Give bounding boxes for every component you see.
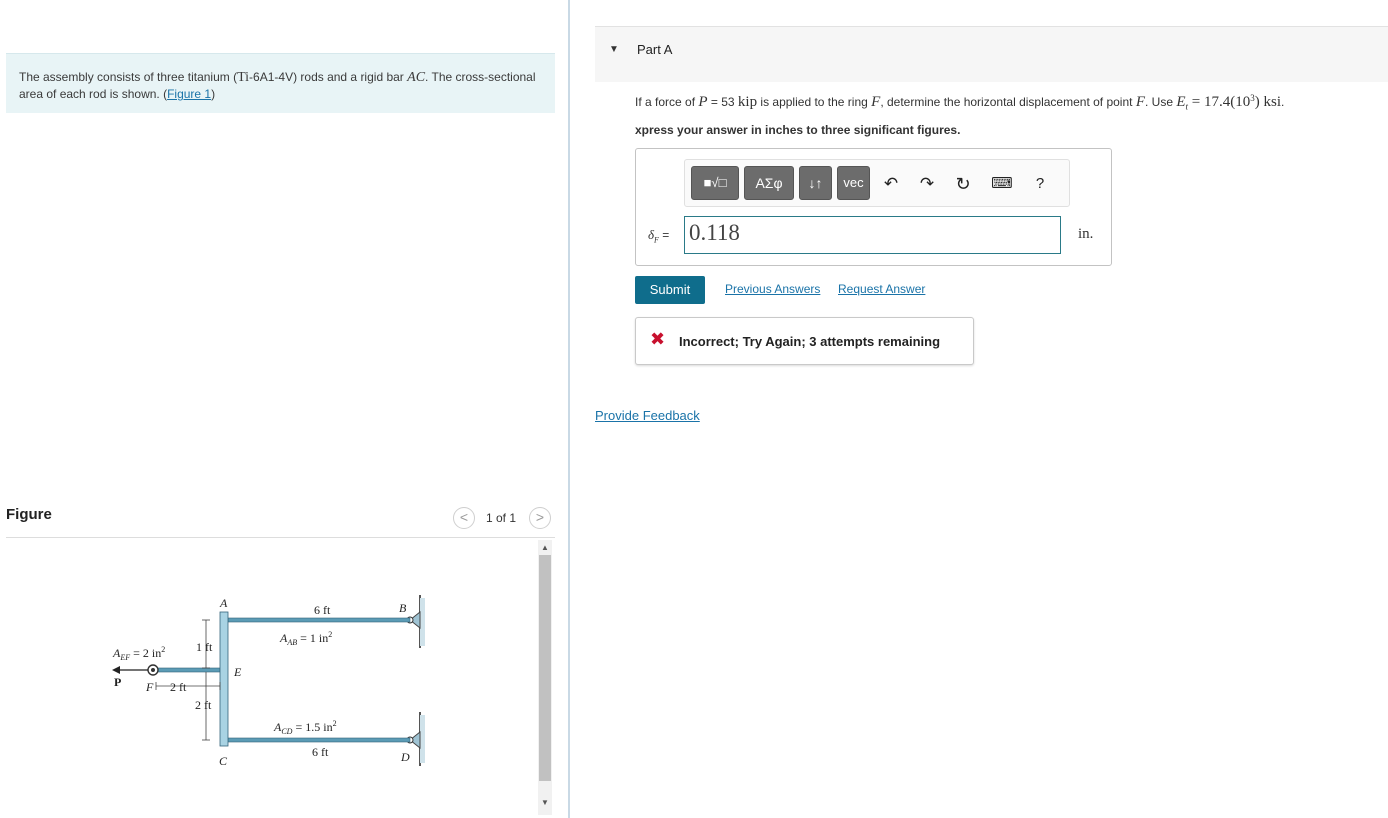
feedback-text: Incorrect; Try Again; 3 attempts remaini…: [679, 334, 941, 349]
intro-close-paren: ): [211, 87, 216, 101]
label-b: B: [399, 601, 407, 615]
figure-next-button[interactable]: >: [529, 507, 551, 529]
label-a: A: [219, 596, 228, 610]
left-pane: The assembly consists of three titanium …: [0, 0, 568, 818]
scroll-thumb[interactable]: [539, 555, 551, 781]
redo-icon[interactable]: ↷: [915, 172, 939, 196]
undo-icon[interactable]: ↶: [879, 172, 903, 196]
request-answer-link[interactable]: Request Answer: [838, 282, 925, 296]
pane-divider[interactable]: [568, 0, 570, 818]
answer-box: ■√□ ΑΣφ ↓↑ vec ↶ ↷ ↻ ⌨ ? δF = 0.118 in.: [635, 148, 1112, 266]
collapse-caret-icon[interactable]: ▼: [609, 44, 619, 55]
rod-ab: [227, 617, 411, 623]
label-area-ab: AAB = 1 in2: [279, 630, 332, 647]
label-d: D: [400, 750, 410, 764]
provide-feedback-link[interactable]: Provide Feedback: [595, 408, 700, 423]
label-dim-2ft-vertical: 2 ft: [195, 698, 212, 712]
answer-unit: in.: [1078, 226, 1094, 242]
part-title: Part A: [637, 42, 673, 57]
rod-ef: [155, 667, 221, 673]
part-a-header[interactable]: ▼ Part A: [595, 26, 1388, 82]
figure-scrollbar[interactable]: ▲ ▼: [538, 540, 552, 815]
label-dim-2ft-horizontal: 2 ft: [170, 680, 187, 694]
label-p: P: [114, 675, 121, 689]
label-area-cd: ACD = 1.5 in2: [273, 719, 337, 736]
answer-label: δF =: [648, 227, 670, 245]
scroll-down-arrow-icon[interactable]: ▼: [541, 798, 549, 807]
rod-cd: [227, 737, 411, 743]
label-bottom-length: 6 ft: [312, 745, 329, 759]
math-toolbar: ■√□ ΑΣφ ↓↑ vec ↶ ↷ ↻ ⌨ ?: [684, 159, 1070, 207]
dimension-lines: [155, 619, 221, 741]
intro-text: The assembly consists of three titanium …: [19, 70, 238, 84]
label-dim-1ft: 1 ft: [196, 640, 213, 654]
vector-button[interactable]: vec: [837, 166, 870, 200]
problem-statement: The assembly consists of three titanium …: [6, 53, 555, 113]
figure-counter: 1 of 1: [486, 511, 517, 525]
figure-prev-button[interactable]: <: [453, 507, 475, 529]
figure-header: Figure < 1 of 1 >: [6, 500, 555, 538]
label-f: F: [145, 680, 154, 694]
answer-instruction: xpress your answer in inches to three si…: [635, 123, 961, 137]
figure-title: Figure: [6, 506, 52, 523]
subscript-superscript-button[interactable]: ↓↑: [799, 166, 832, 200]
help-icon[interactable]: ?: [1028, 172, 1052, 196]
rigid-bar-ac: [219, 611, 229, 747]
incorrect-x-icon: ✖: [650, 329, 666, 349]
feedback-message: ✖ Incorrect; Try Again; 3 attempts remai…: [635, 317, 974, 365]
label-area-ef: AEF = 2 in2: [112, 645, 165, 662]
intro-text-material: -6A1-4V) rods and a rigid bar: [249, 70, 408, 84]
question-text: If a force of P = 53 kip is applied to t…: [635, 93, 1285, 112]
templates-button[interactable]: ■√□: [691, 166, 739, 200]
figure-image: A B C D E F P 6 ft 6 ft AAB = 1 in2 ACD …: [6, 540, 536, 818]
greek-symbols-button[interactable]: ΑΣφ: [744, 166, 794, 200]
bar-name: AC: [407, 70, 426, 85]
material-chem: Ti: [237, 70, 250, 85]
submit-button[interactable]: Submit: [635, 276, 705, 304]
scroll-up-arrow-icon[interactable]: ▲: [541, 543, 549, 552]
label-e: E: [233, 665, 242, 679]
answer-input[interactable]: 0.118: [684, 216, 1061, 254]
keyboard-icon[interactable]: ⌨: [990, 172, 1014, 196]
reset-icon[interactable]: ↻: [951, 172, 975, 196]
assembly-diagram: A B C D E F P 6 ft 6 ft AAB = 1 in2 ACD …: [112, 595, 425, 768]
figure-link[interactable]: Figure 1: [167, 87, 211, 101]
label-c: C: [219, 754, 228, 768]
previous-answers-link[interactable]: Previous Answers: [725, 282, 820, 296]
label-top-length: 6 ft: [314, 603, 331, 617]
